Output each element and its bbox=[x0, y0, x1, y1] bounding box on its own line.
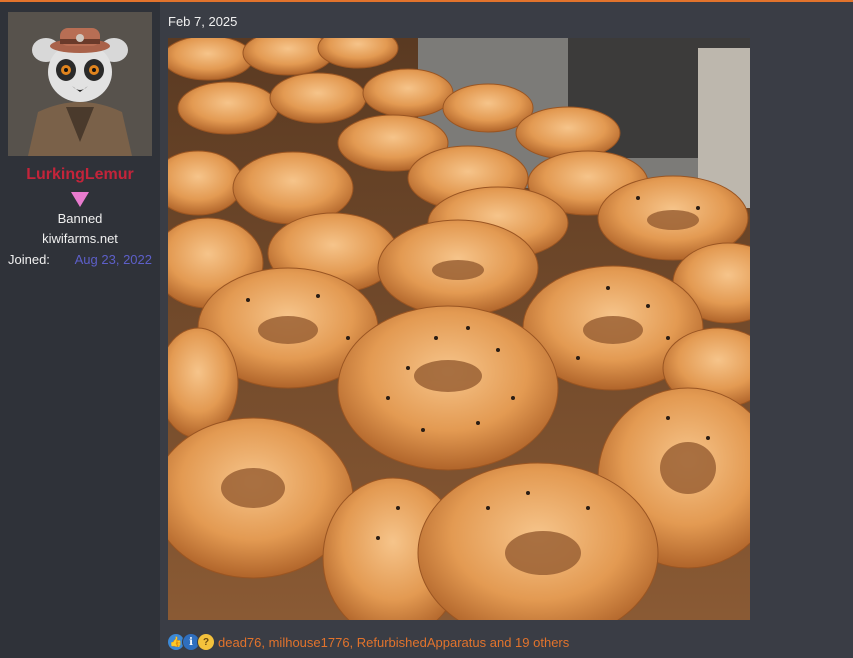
post-image-attachment[interactable] bbox=[168, 38, 750, 620]
user-title: Banned bbox=[57, 211, 103, 226]
user-flair-triangle-icon bbox=[71, 192, 89, 207]
message-user-cell: LurkingLemur Banned kiwifarms.net Joined… bbox=[0, 2, 160, 658]
bagels-photo bbox=[168, 38, 750, 620]
informative-icon: i bbox=[183, 634, 199, 650]
user-joined-row: Joined: Aug 23, 2022 bbox=[8, 252, 152, 267]
username-link[interactable]: LurkingLemur bbox=[0, 166, 160, 184]
joined-label: Joined: bbox=[8, 252, 50, 267]
lemur-avatar-image bbox=[8, 12, 152, 156]
post-date-link[interactable]: Feb 7, 2025 bbox=[168, 14, 237, 29]
user-avatar[interactable] bbox=[8, 12, 152, 156]
like-icon: 👍 bbox=[168, 634, 184, 650]
joined-date: Aug 23, 2022 bbox=[74, 252, 152, 267]
message-post: LurkingLemur Banned kiwifarms.net Joined… bbox=[0, 0, 853, 658]
user-banner: kiwifarms.net bbox=[42, 231, 118, 246]
reactions-list-link[interactable]: dead76, milhouse1776, RefurbishedApparat… bbox=[218, 635, 569, 650]
thinking-icon: ? bbox=[198, 634, 214, 650]
reactions-bar[interactable]: 👍 i ? dead76, milhouse1776, RefurbishedA… bbox=[168, 633, 569, 651]
